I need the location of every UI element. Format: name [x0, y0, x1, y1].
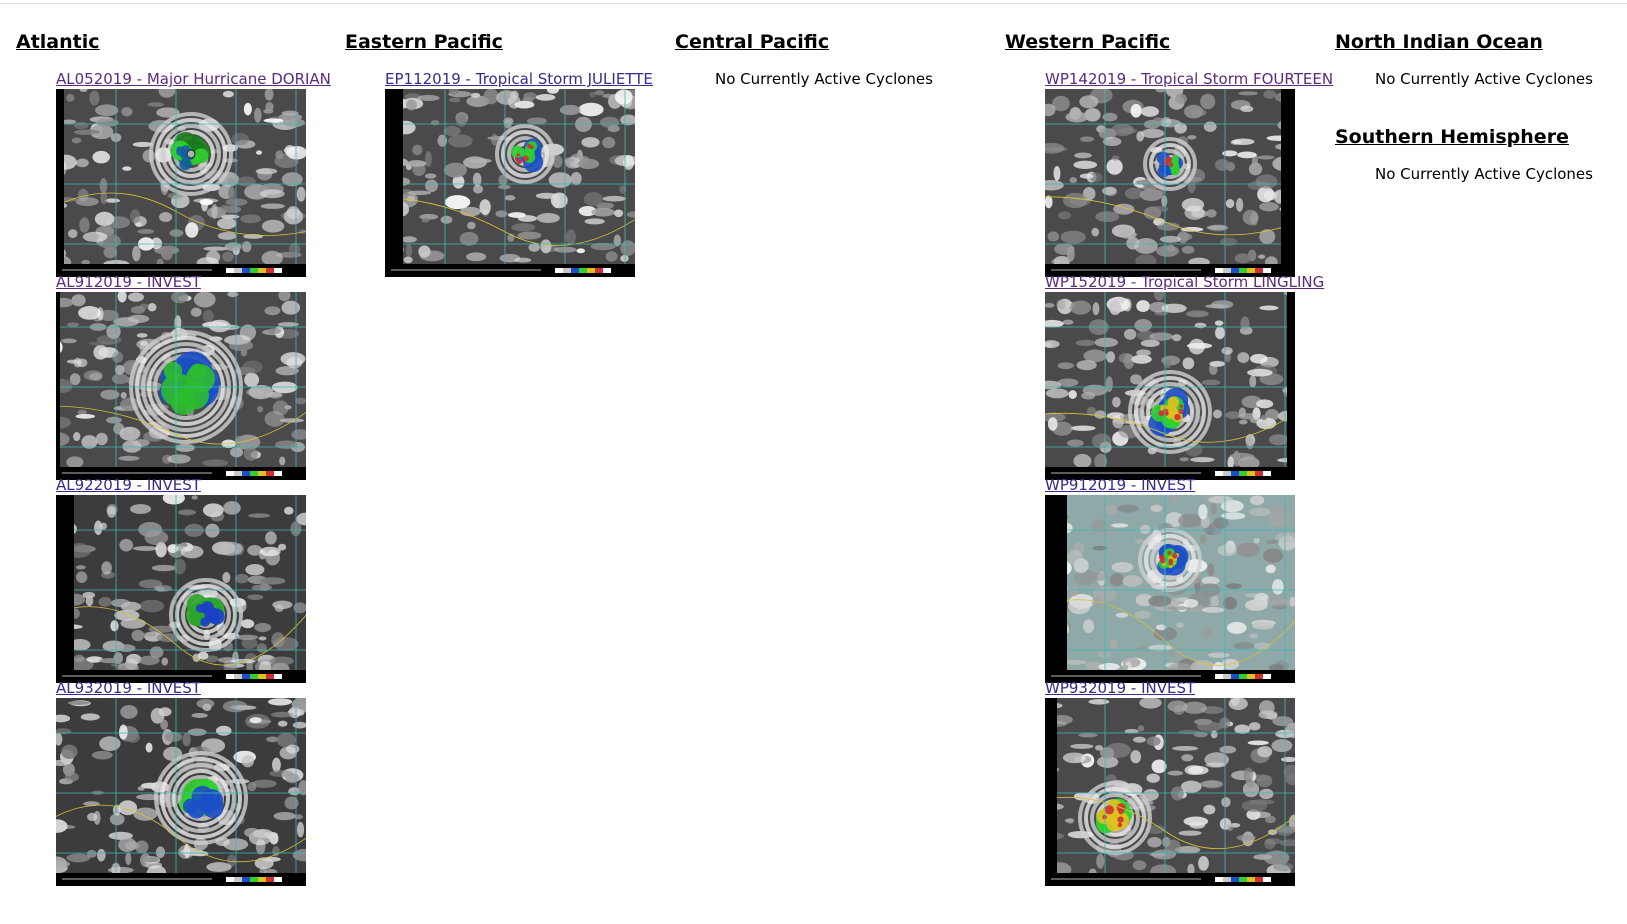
satellite-image[interactable] [56, 495, 306, 683]
storm-link-al932019[interactable]: AL932019 - INVEST [56, 679, 306, 697]
heading-eastern-pacific: Eastern Pacific [345, 31, 503, 53]
heading-atlantic: Atlantic [16, 31, 100, 53]
storm-entry: WP152019 - Tropical Storm LINGLING [1045, 273, 1324, 480]
column-western-pacific: Western Pacific WP142019 - Tropical Stor… [1005, 30, 1333, 886]
no-active-cyclones-text: No Currently Active Cyclones [1375, 70, 1593, 88]
storm-entry: WP142019 - Tropical Storm FOURTEEN [1045, 70, 1333, 277]
column-eastern-pacific: Eastern Pacific EP112019 - Tropical Stor… [345, 30, 653, 277]
satellite-image[interactable] [1045, 292, 1295, 480]
satellite-image[interactable] [56, 698, 306, 886]
top-divider [0, 3, 1627, 4]
no-active-cyclones-text: No Currently Active Cyclones [1375, 165, 1593, 183]
satellite-image[interactable] [56, 292, 306, 480]
storm-link-wp932019[interactable]: WP932019 - INVEST [1045, 679, 1295, 697]
satellite-image[interactable] [56, 89, 306, 277]
heading-north-indian-ocean: North Indian Ocean [1335, 31, 1543, 53]
storm-entry: AL052019 - Major Hurricane DORIAN [56, 70, 331, 277]
column-atlantic: Atlantic AL052019 - Major Hurricane DORI… [16, 30, 331, 886]
storm-entry: WP932019 - INVEST [1045, 679, 1295, 886]
satellite-image[interactable] [1045, 698, 1295, 886]
satellite-image[interactable] [385, 89, 635, 277]
storm-entry: AL932019 - INVEST [56, 679, 306, 886]
storm-link-wp152019[interactable]: WP152019 - Tropical Storm LINGLING [1045, 273, 1324, 291]
column-southern-hemisphere: Southern Hemisphere No Currently Active … [1335, 125, 1593, 183]
storm-link-al912019[interactable]: AL912019 - INVEST [56, 273, 306, 291]
storm-link-wp142019[interactable]: WP142019 - Tropical Storm FOURTEEN [1045, 70, 1333, 88]
no-active-cyclones-text: No Currently Active Cyclones [715, 70, 933, 88]
satellite-image[interactable] [1045, 495, 1295, 683]
storm-link-wp912019[interactable]: WP912019 - INVEST [1045, 476, 1295, 494]
storm-link-al922019[interactable]: AL922019 - INVEST [56, 476, 306, 494]
satellite-image[interactable] [1045, 89, 1295, 277]
heading-central-pacific: Central Pacific [675, 31, 830, 53]
heading-southern-hemisphere: Southern Hemisphere [1335, 126, 1569, 148]
column-central-pacific: Central Pacific No Currently Active Cycl… [675, 30, 933, 88]
storm-link-al052019[interactable]: AL052019 - Major Hurricane DORIAN [56, 70, 331, 88]
storm-link-ep112019[interactable]: EP112019 - Tropical Storm JULIETTE [385, 70, 653, 88]
heading-western-pacific: Western Pacific [1005, 31, 1171, 53]
storm-entry: AL912019 - INVEST [56, 273, 306, 480]
storm-entry: EP112019 - Tropical Storm JULIETTE [385, 70, 653, 277]
column-north-indian-ocean: North Indian Ocean No Currently Active C… [1335, 30, 1593, 88]
storm-entry: AL922019 - INVEST [56, 476, 306, 683]
storm-entry: WP912019 - INVEST [1045, 476, 1295, 683]
